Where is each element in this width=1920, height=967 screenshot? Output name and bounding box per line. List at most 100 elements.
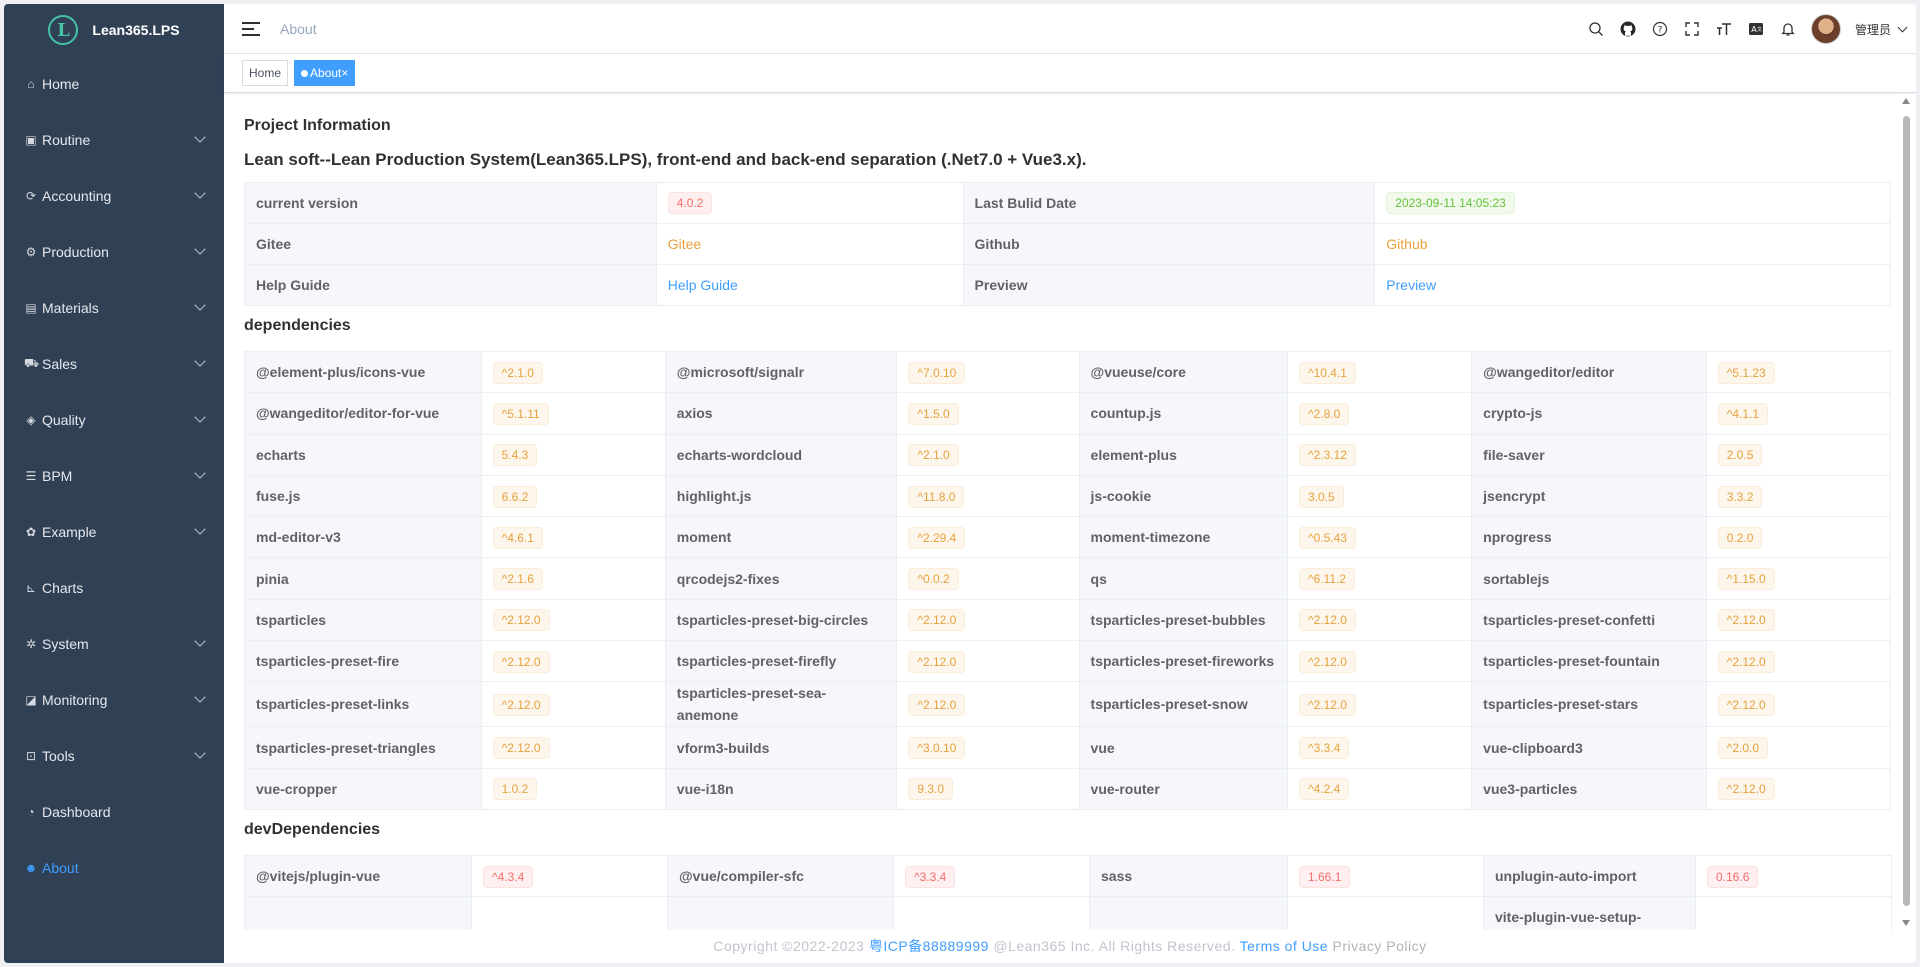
table-row: @vitejs/plugin-vue ^4.3.4 @vue/compiler-sf… — [244, 854, 1892, 898]
version-tag: ^2.12.0 — [492, 609, 550, 632]
help-guide-link[interactable]: Help Guide — [668, 277, 738, 293]
fullscreen-icon[interactable] — [1683, 20, 1701, 38]
monitor-icon: ◪ — [25, 693, 37, 707]
sidebar-item-system[interactable]: ✲ System — [4, 616, 224, 672]
avatar[interactable] — [1810, 14, 1841, 44]
package-version-cell: 1.0.2 — [480, 767, 666, 810]
sidebar-item-bpm[interactable]: ☰ BPM — [4, 448, 224, 504]
sidebar-item-charts[interactable]: ⊾ Charts — [4, 560, 224, 616]
package-version-cell: ^4.6.1 — [480, 516, 666, 559]
sidebar-item-quality[interactable]: ◈ Quality — [4, 392, 224, 448]
version-tag: ^2.1.0 — [492, 361, 543, 384]
package-name: highlight.js — [664, 474, 898, 518]
package-name: sass — [1089, 854, 1288, 898]
package-version-cell: ^4.3.4 — [471, 854, 668, 898]
help-icon[interactable]: ? — [1651, 20, 1669, 38]
info-label: Help Guide — [244, 264, 657, 306]
version-tag: ^2.12.0 — [1298, 609, 1356, 632]
version-tag: 9.3.0 — [908, 778, 954, 801]
version-tag: 3.0.5 — [1298, 485, 1344, 508]
github-link[interactable]: Github — [1386, 236, 1427, 252]
font-size-icon[interactable] — [1715, 20, 1733, 38]
version-tag: ^4.1.1 — [1717, 402, 1769, 425]
sidebar-item-about[interactable]: ☻ About — [4, 840, 224, 896]
chevron-down-icon — [194, 747, 206, 759]
user-menu[interactable]: 管理员 — [1854, 21, 1908, 38]
chevron-down-icon — [194, 523, 206, 535]
preview-link[interactable]: Preview — [1386, 277, 1436, 293]
version-tag: ^3.3.4 — [905, 865, 956, 888]
package-version-cell: ^2.12.0 — [896, 640, 1080, 683]
package-version-cell: ^2.12.0 — [1705, 640, 1892, 683]
sidebar-item-monitoring[interactable]: ◪ Monitoring — [4, 672, 224, 728]
package-name: tsparticles-preset-fireworks — [1078, 640, 1288, 683]
info-label: Last Bulid Date — [962, 182, 1376, 224]
table-row: vite-plugin-vue-setup- — [244, 896, 1892, 930]
package-version-cell: ^1.15.0 — [1705, 557, 1892, 600]
version-tag: ^5.1.23 — [1717, 361, 1775, 384]
sidebar-item-sales[interactable]: ⛟ Sales — [4, 336, 224, 392]
package-version-cell: ^0.0.2 — [896, 557, 1080, 600]
breadcrumb[interactable]: About — [280, 21, 317, 37]
tab-about-label: About — [310, 66, 342, 80]
gitee-link[interactable]: Gitee — [668, 236, 701, 252]
sidebar-item-example[interactable]: ✿ Example — [4, 504, 224, 560]
version-tag: ^7.0.10 — [908, 361, 966, 384]
package-name: tsparticles — [244, 598, 482, 642]
project-tagline: Lean soft--Lean Production System(Lean36… — [244, 150, 1087, 169]
username: 管理员 — [1854, 22, 1891, 37]
tab-about[interactable]: About× — [294, 60, 356, 86]
sidebar-item-accounting[interactable]: ⟳ Accounting — [4, 168, 224, 224]
package-version-cell: 0.2.0 — [1705, 516, 1892, 559]
logo-mark-icon: L — [48, 15, 79, 45]
content-scrollbar[interactable] — [1896, 94, 1916, 930]
table-row: pinia ^2.1.6 qrcodejs2-fixes ^0.0.2 qs ^6.11.… — [244, 557, 1892, 600]
scroll-down-icon[interactable] — [1902, 920, 1910, 926]
version-tag: ^2.12.0 — [492, 693, 550, 716]
bpm-icon: ☰ — [25, 469, 37, 483]
sidebar-item-routine[interactable]: ▣ Routine — [4, 112, 224, 168]
chevron-down-icon — [194, 411, 206, 423]
example-icon: ✿ — [25, 525, 37, 539]
tools-icon: ⊡ — [25, 749, 37, 763]
terms-link[interactable]: Terms of Use — [1240, 938, 1328, 954]
chevron-down-icon — [194, 635, 206, 647]
package-name: @vue/compiler-sfc — [667, 854, 894, 898]
sidebar-item-production[interactable]: ⚙ Production — [4, 224, 224, 280]
package-name: moment-timezone — [1078, 516, 1288, 559]
package-version-cell: ^10.4.1 — [1286, 350, 1473, 394]
package-name: tsparticles-preset-bubbles — [1078, 598, 1288, 642]
bell-icon[interactable] — [1779, 20, 1797, 38]
privacy-link[interactable]: Privacy Policy — [1332, 938, 1426, 954]
users-icon: ☻ — [24, 861, 38, 875]
chevron-down-icon — [1897, 22, 1908, 32]
package-name: echarts-wordcloud — [664, 433, 898, 476]
sidebar-item-tools[interactable]: ⊡ Tools — [4, 728, 224, 784]
main-content: Project Information Lean soft--Lean Prod… — [224, 94, 1896, 930]
package-name: tsparticles-preset-firefly — [664, 640, 898, 683]
sidebar-item-home[interactable]: ⌂ Home — [4, 56, 224, 112]
package-name: vue-cropper — [244, 767, 482, 810]
language-icon[interactable]: A文 — [1747, 20, 1765, 38]
package-name: crypto-js — [1471, 392, 1707, 435]
chevron-down-icon — [194, 187, 206, 199]
sidebar-item-dashboard[interactable]: ◔ Dashboard — [4, 784, 224, 840]
version-tag: ^1.15.0 — [1717, 568, 1775, 591]
github-icon[interactable] — [1619, 20, 1637, 38]
sidebar-item-label: Routine — [42, 132, 91, 148]
sidebar-item-label: Example — [42, 524, 97, 540]
menu-toggle-icon[interactable] — [242, 21, 260, 36]
icp-link[interactable]: 粤ICP备88889999 — [869, 938, 989, 954]
app-logo[interactable]: L Lean365.LPS — [4, 4, 224, 56]
scroll-up-icon[interactable] — [1902, 98, 1910, 104]
version-tag: ^4.2.4 — [1298, 778, 1350, 801]
tab-home[interactable]: Home — [242, 60, 289, 86]
version-tag: ^1.5.0 — [908, 402, 959, 425]
sidebar-item-materials[interactable]: ▤ Materials — [4, 280, 224, 336]
briefcase-icon: ▣ — [25, 133, 37, 147]
search-icon[interactable] — [1587, 20, 1605, 38]
package-name: tsparticles-preset-stars — [1471, 681, 1707, 728]
close-icon[interactable]: × — [341, 66, 348, 80]
scroll-thumb[interactable] — [1903, 116, 1910, 906]
table-row: md-editor-v3 ^4.6.1 moment ^2.29.4 moment-ti… — [244, 516, 1892, 559]
